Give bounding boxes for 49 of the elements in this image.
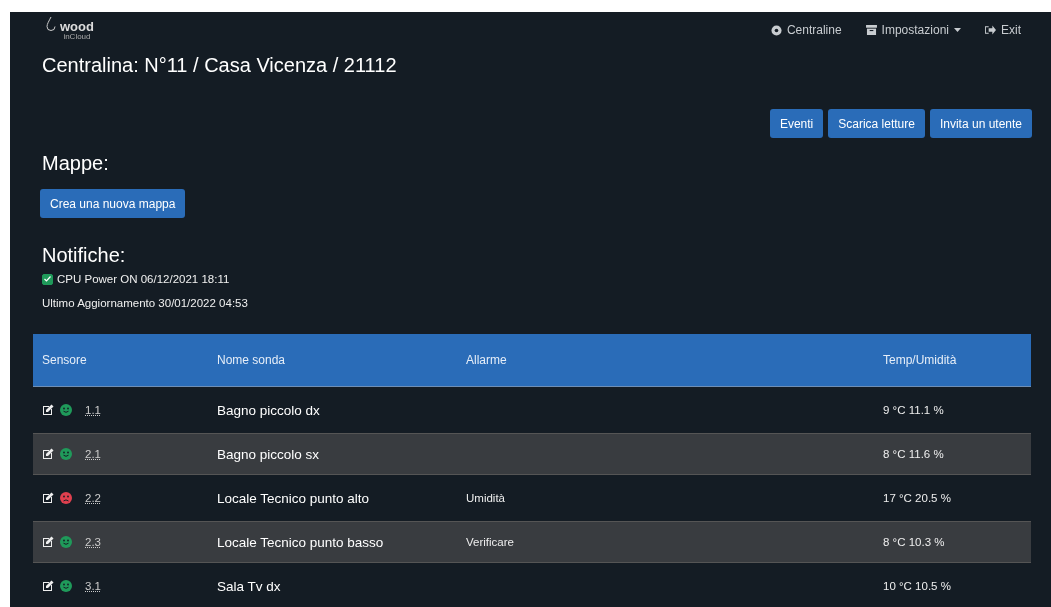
table-cell-text: Sala Tv dx xyxy=(217,578,282,594)
drop-logo-icon xyxy=(46,16,56,31)
gear-icon xyxy=(770,24,782,36)
table-cell-text: Bagno piccolo sx xyxy=(217,446,321,462)
table-cell-text: 17 °C 20.5 % xyxy=(883,492,952,504)
edit-icon[interactable] xyxy=(42,448,54,460)
nav-link[interactable]: Impostazioni xyxy=(865,23,961,37)
new-map-button[interactable]: Crea una nuova mappa xyxy=(40,189,186,218)
table-cell-text: Bagno piccolo dx xyxy=(217,402,321,418)
table-cell-text: Verificare xyxy=(466,536,515,548)
action-button[interactable]: Invita un utente xyxy=(929,109,1032,138)
archive-icon xyxy=(865,25,877,35)
sensor-link[interactable]: 2.2 xyxy=(85,492,101,504)
table-cell-text: 10 °C 10.5 % xyxy=(883,580,952,592)
table-cell-text: Umidità xyxy=(466,492,506,504)
table-cell-text: 9 °C 11.1 % xyxy=(883,404,945,416)
sensor-link[interactable]: 3.1 xyxy=(85,580,101,592)
edit-icon[interactable] xyxy=(42,536,54,548)
edit-icon[interactable] xyxy=(42,492,54,504)
column-header: Allarme xyxy=(466,353,508,367)
column-header: Nome sonda xyxy=(217,353,287,367)
section-heading: Mappe: xyxy=(42,152,110,175)
edit-icon[interactable] xyxy=(42,404,54,416)
exit-icon xyxy=(985,25,996,35)
table-cell-text: 8 °C 10.3 % xyxy=(883,536,946,548)
smiley-icon xyxy=(60,580,72,592)
section-heading: Notifiche: xyxy=(42,244,127,267)
sensor-link[interactable]: 1.1 xyxy=(85,404,101,416)
nav-link[interactable]: Centraline xyxy=(770,23,842,37)
smiley-icon xyxy=(60,404,72,416)
action-button[interactable]: Eventi xyxy=(769,109,824,138)
sensor-link[interactable]: 2.3 xyxy=(85,536,101,548)
column-header: Temp/Umidità xyxy=(883,353,958,367)
edit-icon[interactable] xyxy=(42,580,54,592)
frown-icon xyxy=(60,492,72,504)
table-cell-text: Locale Tecnico punto basso xyxy=(217,534,385,550)
logo-name: wood xyxy=(60,19,94,33)
table-cell-text: 8 °C 11.6 % xyxy=(883,448,945,460)
smiley-icon xyxy=(60,536,72,548)
action-button[interactable]: Scarica letture xyxy=(828,109,925,138)
nav-link[interactable]: Exit xyxy=(985,23,1021,37)
page-title: Centralina: N°11 / Casa Vicenza / 21112 xyxy=(42,54,398,77)
notification-text: CPU Power ON 06/12/2021 18:11 xyxy=(57,273,230,285)
last-update-text: Ultimo Aggiornamento 30/01/2022 04:53 xyxy=(42,297,249,309)
column-header: Sensore xyxy=(42,353,88,367)
smiley-icon xyxy=(60,448,72,460)
table-cell-text: Locale Tecnico punto alto xyxy=(217,490,371,506)
logo-tagline: inCloud xyxy=(63,32,91,41)
sensor-link[interactable]: 2.1 xyxy=(85,448,101,460)
